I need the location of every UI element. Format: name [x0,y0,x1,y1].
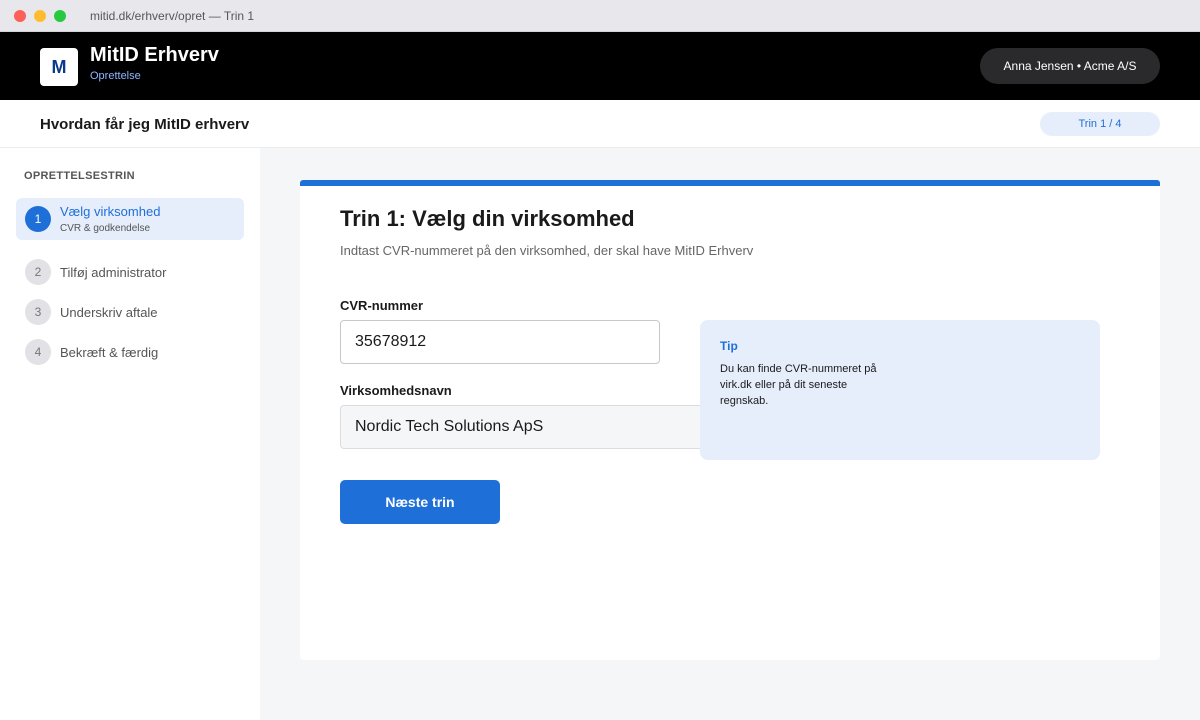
next-step-button[interactable]: Næste trin [340,480,500,524]
page-subheader: Hvordan får jeg MitID erhverv Trin 1 / 4 [0,100,1200,148]
step-number-badge: 3 [25,299,51,325]
step-sublabel: CVR & godkendelse [60,223,151,234]
progress-bar [300,180,1160,186]
step-label: Tilføj administrator [60,265,167,280]
step-label: Bekræft & færdig [60,345,159,360]
browser-titlebar: mitid.dk/erhverv/opret — Trin 1 [0,0,1200,32]
page-title: Hvordan får jeg MitID erhverv [40,116,250,133]
sidebar-step-confirm[interactable]: 4 Bekræft & færdig [16,332,244,374]
sidebar-step-sign-agreement[interactable]: 3 Underskriv aftale [16,292,244,334]
step-indicator-badge: Trin 1 / 4 [1040,112,1160,136]
step-label: Vælg virksomhed [60,204,161,219]
step-number-badge: 4 [25,339,51,365]
mitid-logo[interactable]: M [40,48,78,86]
close-window-icon[interactable] [14,10,26,22]
company-name-label: Virksomhedsnavn [340,383,452,398]
sidebar-heading: OPRETTELSESTRIN [24,170,135,182]
tip-box: Tip Du kan finde CVR-nummeret på virk.dk… [700,320,1100,460]
step-number-badge: 2 [25,259,51,285]
browser-title: mitid.dk/erhverv/opret — Trin 1 [90,9,255,23]
app-header: M MitID Erhverv Oprettelse Anna Jensen •… [0,32,1200,100]
minimize-window-icon[interactable] [34,10,46,22]
sidebar-step-choose-company[interactable]: 1 Vælg virksomhed CVR & godkendelse [16,198,244,240]
user-menu-button[interactable]: Anna Jensen • Acme A/S [980,48,1160,84]
steps-sidebar: OPRETTELSESTRIN 1 Vælg virksomhed CVR & … [0,148,260,720]
brand-name: MitID Erhverv [90,44,219,66]
sidebar-step-add-admin[interactable]: 2 Tilføj administrator [16,252,244,294]
step-title: Trin 1: Vælg din virksomhed [340,206,635,231]
maximize-window-icon[interactable] [54,10,66,22]
step-number-badge: 1 [25,206,51,232]
tip-text: Du kan finde CVR-nummeret på virk.dk ell… [720,363,877,407]
company-name-field[interactable] [340,405,720,449]
main-content: Trin 1: Vælg din virksomhed Indtast CVR-… [260,148,1200,720]
tip-title: Tip [720,339,738,353]
step-card: Trin 1: Vælg din virksomhed Indtast CVR-… [300,180,1160,660]
step-description: Indtast CVR-nummeret på den virksomhed, … [340,243,754,258]
cvr-label: CVR-nummer [340,298,424,313]
brand-subtitle: Oprettelse [90,70,141,82]
cvr-input[interactable] [340,320,660,364]
step-label: Underskriv aftale [60,305,158,320]
